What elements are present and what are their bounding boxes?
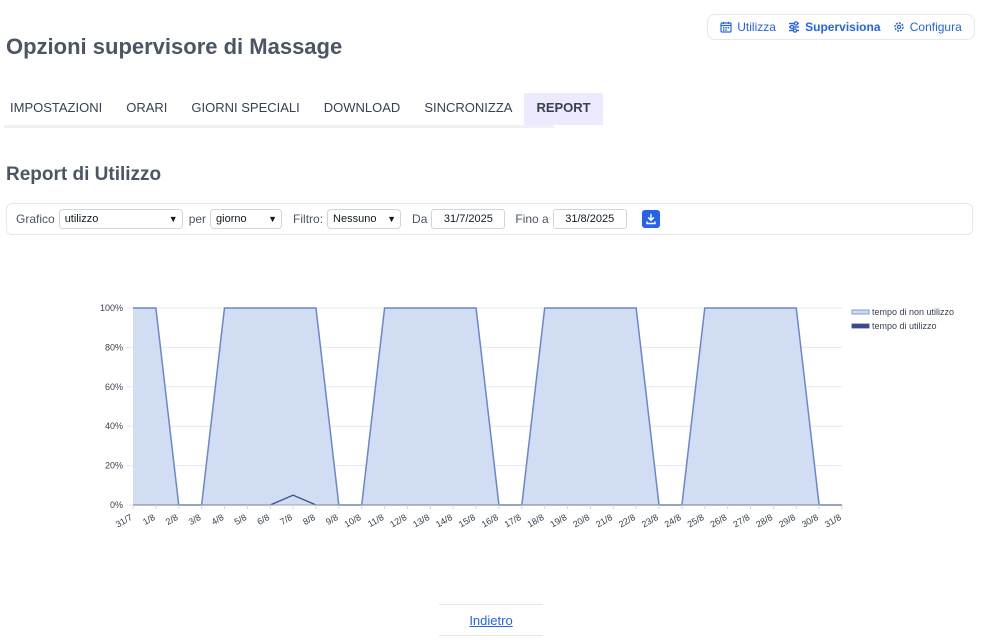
y-tick-label: 80% bbox=[105, 342, 123, 352]
x-tick-label: 26/8 bbox=[708, 512, 728, 529]
x-tick-label: 9/8 bbox=[324, 512, 340, 527]
x-tick-label: 20/8 bbox=[571, 512, 591, 529]
x-tick-label: 12/8 bbox=[388, 512, 408, 529]
x-tick-label: 21/8 bbox=[594, 512, 614, 529]
back-link[interactable]: Indietro bbox=[469, 613, 512, 628]
x-tick-label: 15/8 bbox=[457, 512, 477, 529]
x-tick-label: 5/8 bbox=[233, 512, 249, 527]
x-tick-label: 2/8 bbox=[164, 512, 180, 527]
x-tick-label: 17/8 bbox=[503, 512, 523, 529]
y-tick-label: 40% bbox=[105, 421, 123, 431]
chart-legend: tempo di non utilizzo tempo di utilizzo bbox=[851, 307, 954, 331]
legend-swatch-non-utilizzo bbox=[851, 309, 870, 315]
x-tick-label: 18/8 bbox=[525, 512, 545, 529]
x-tick-label: 6/8 bbox=[255, 512, 271, 527]
legend-label-utilizzo: tempo di utilizzo bbox=[872, 321, 937, 331]
x-tick-label: 19/8 bbox=[548, 512, 568, 529]
x-tick-label: 27/8 bbox=[731, 512, 751, 529]
x-tick-label: 11/8 bbox=[366, 512, 386, 529]
x-tick-label: 31/7 bbox=[114, 512, 134, 529]
x-tick-label: 31/8 bbox=[823, 512, 843, 529]
x-tick-label: 7/8 bbox=[278, 512, 294, 527]
y-tick-label: 100% bbox=[100, 303, 123, 313]
x-tick-label: 10/8 bbox=[343, 512, 363, 529]
x-tick-label: 29/8 bbox=[777, 512, 797, 529]
legend-swatch-utilizzo bbox=[851, 323, 870, 329]
x-tick-label: 1/8 bbox=[141, 512, 157, 527]
legend-label-non-utilizzo: tempo di non utilizzo bbox=[872, 307, 954, 317]
x-tick-label: 30/8 bbox=[800, 512, 820, 529]
usage-chart: 0% 20% 40% 60% 80% 100% 31/7 1/8 2/8 3/8 4/8 5/8 6/8… bbox=[100, 303, 954, 529]
x-tick-label: 3/8 bbox=[187, 512, 203, 527]
x-tick-label: 23/8 bbox=[640, 512, 660, 529]
x-tick-label: 8/8 bbox=[301, 512, 317, 527]
y-tick-label: 60% bbox=[105, 382, 123, 392]
y-tick-label: 0% bbox=[110, 500, 123, 510]
x-tick-label: 4/8 bbox=[210, 512, 226, 527]
back-link-container: Indietro bbox=[439, 604, 543, 636]
x-tick-label: 25/8 bbox=[686, 512, 706, 529]
x-tick-label: 16/8 bbox=[480, 512, 500, 529]
y-tick-label: 20% bbox=[105, 461, 123, 471]
x-tick-label: 22/8 bbox=[617, 512, 637, 529]
x-tick-label: 14/8 bbox=[434, 512, 454, 529]
x-tick-label: 28/8 bbox=[754, 512, 774, 529]
x-tick-label: 24/8 bbox=[663, 512, 683, 529]
x-tick-label: 13/8 bbox=[411, 512, 431, 529]
